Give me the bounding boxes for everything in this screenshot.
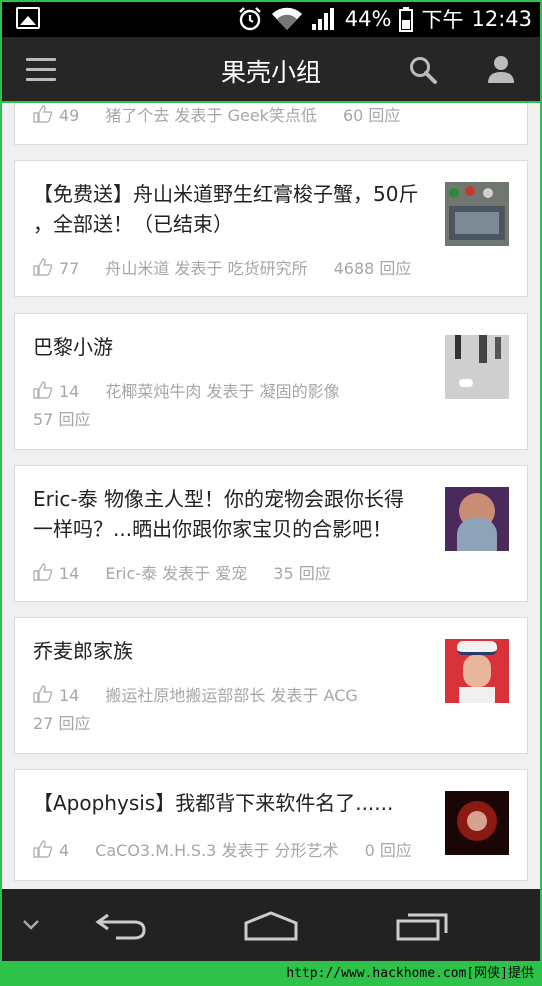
post-title: Eric-泰 物像主人型！你的宠物会跟你长得 一样吗？...晒出你跟你家宝贝的合… [33,484,404,544]
reply-count: 27 回应 [33,714,91,733]
like-count: 14 [59,686,80,705]
clock-time: 12:43 [471,6,532,31]
post-card[interactable]: 49 猪了个去 发表于 Geek笑点低 60 回应 [14,103,528,145]
gallery-notification-icon [16,7,40,29]
post-meta: 77 舟山米道 发表于 吃货研究所 4688 回应 [33,255,411,279]
posted-in-label: 发表于 [206,382,255,401]
post-title-line: ，全部送！（已结束） [33,212,233,236]
post-meta: 14 花椰菜炖牛肉 发表于 凝固的影像 [33,378,340,402]
post-group[interactable]: 凝固的影像 [260,382,340,401]
post-title-line: 【免费送】舟山米道野生红膏梭子蟹，50斤 [33,182,419,206]
reply-count: 0 回应 [364,841,412,860]
hide-keyboard-icon[interactable] [22,919,40,931]
like-icon[interactable] [33,258,53,276]
wifi-icon [271,7,302,30]
like-count: 4 [59,841,70,860]
battery-percent: 44% [344,6,392,31]
post-title: 乔麦郎家族 [33,639,133,663]
post-thumbnail[interactable] [445,791,509,855]
like-icon[interactable] [33,563,53,581]
post-group[interactable]: ACG [324,686,358,705]
posted-in-label: 发表于 [270,686,319,705]
post-meta: 14 Eric-泰 发表于 爱宠 35 回应 [33,560,331,584]
home-icon[interactable] [242,909,300,941]
post-title: 【Apophysis】我都背下来软件名了...... [33,791,394,815]
reply-count: 4688 回应 [333,259,412,278]
signal-icon [311,7,334,30]
posted-in-label: 发表于 [174,259,223,278]
app-title: 果壳小组 [220,58,321,87]
post-thumbnail[interactable] [445,639,509,703]
post-card[interactable]: 乔麦郎家族 14 搬运社原地搬运部部长 发表于 ACG 27 回应 [14,617,528,754]
post-card[interactable]: 【免费送】舟山米道野生红膏梭子蟹，50斤 ，全部送！（已结束） 77 舟山米道 发… [14,160,528,297]
post-title-line: Eric-泰 物像主人型！你的宠物会跟你长得 [33,487,404,511]
posted-in-label: 发表于 [162,564,211,583]
alarm-icon [238,6,261,30]
reply-count: 57 回应 [33,410,91,429]
post-meta: 4 CaCO3.M.H.S.3 发表于 分形艺术 0 回应 [33,837,412,861]
post-title: 巴黎小游 [33,335,113,359]
post-card[interactable]: Eric-泰 物像主人型！你的宠物会跟你长得 一样吗？...晒出你跟你家宝贝的合… [14,465,528,602]
post-thumbnail[interactable] [445,487,509,551]
battery-icon [399,6,414,32]
post-thumbnail[interactable] [445,335,509,399]
post-group[interactable]: 吃货研究所 [228,259,308,278]
system-nav-bar [0,889,542,961]
post-author[interactable]: CaCO3.M.H.S.3 [95,841,216,860]
post-card[interactable]: 【Apophysis】我都背下来软件名了...... 4 CaCO3.M.H.S.… [14,769,528,881]
post-thumbnail[interactable] [445,182,509,246]
reply-count: 35 回应 [273,564,331,583]
action-bar: 果壳小组 [0,37,542,103]
search-icon[interactable] [408,55,438,85]
am-pm-label: 下午 [421,7,464,32]
like-icon[interactable] [33,685,53,703]
post-group[interactable]: 爱宠 [215,564,247,583]
back-icon[interactable] [94,909,148,941]
like-count: 77 [59,259,80,278]
post-title: 【免费送】舟山米道野生红膏梭子蟹，50斤 ，全部送！（已结束） [33,179,418,239]
watermark: http://www.hackhome.com[网侠]提供 [0,961,542,986]
profile-icon[interactable] [486,54,516,84]
post-group[interactable]: Geek笑点低 [228,106,317,125]
post-meta: 49 猪了个去 发表于 Geek笑点低 60 回应 [33,103,400,126]
like-icon[interactable] [33,381,53,399]
post-author[interactable]: 猪了个去 [105,106,169,125]
post-author[interactable]: 花椰菜炖牛肉 [105,382,201,401]
post-group[interactable]: 分形艺术 [275,841,339,860]
status-bar: 44% 下午 12:43 [0,0,542,37]
post-feed[interactable]: 49 猪了个去 发表于 Geek笑点低 60 回应 【免费送】舟山米道野生红膏梭子蟹… [0,103,542,889]
post-author[interactable]: 搬运社原地搬运部部长 [105,686,265,705]
posted-in-label: 发表于 [174,106,223,125]
post-title-line: 一样吗？...晒出你跟你家宝贝的合影吧！ [33,517,393,541]
post-author[interactable]: 舟山米道 [105,259,169,278]
recent-apps-icon[interactable] [396,909,450,941]
like-icon[interactable] [33,840,53,858]
posted-in-label: 发表于 [221,841,270,860]
like-count: 49 [59,106,80,125]
post-card[interactable]: 巴黎小游 14 花椰菜炖牛肉 发表于 凝固的影像 57 回应 [14,313,528,450]
post-meta: 14 搬运社原地搬运部部长 发表于 ACG [33,682,358,706]
post-author[interactable]: Eric-泰 [105,564,157,583]
reply-count: 60 回应 [342,106,401,125]
like-count: 14 [59,564,80,583]
like-count: 14 [59,382,80,401]
like-icon[interactable] [33,105,53,123]
